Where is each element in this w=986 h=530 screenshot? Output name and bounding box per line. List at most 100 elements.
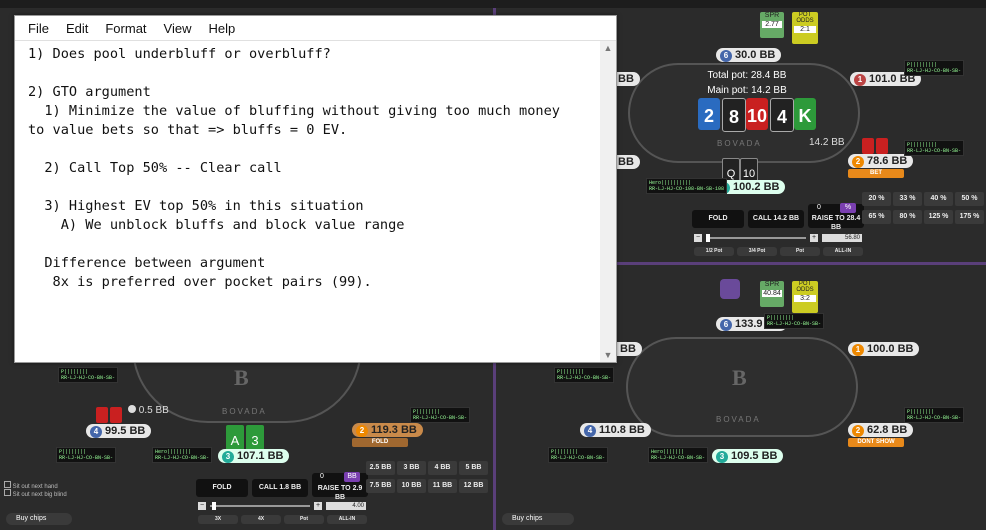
total-pot: Total pot: 28.4 BB [707,70,787,81]
bet-size-buttons: 20 % 33 % 40 % 50 % 65 % 80 % 125 % 175 % [862,192,986,226]
preset-button[interactable]: Pot [284,515,324,524]
preset-button[interactable]: Pot [780,247,820,256]
menu-file[interactable]: File [28,21,49,36]
text-line: 1) Does pool underbluff or overbluff? [28,46,331,62]
fold-button[interactable]: FOLD [196,479,248,497]
seat-stack: 100.2 BB [733,181,780,193]
preset-button[interactable]: ALL-IN [823,247,863,256]
seat-hero[interactable]: 3 109.5 BB [712,449,784,463]
brand-label: BOVADA [716,415,761,424]
slider-value-input[interactable]: 56.80 [822,234,862,242]
seat-right[interactable]: 1 100.0 BB [848,342,920,356]
hud-stats: P|||||||| RR-LJ-HJ-CO-BN-SB- [56,447,117,463]
menu-format[interactable]: Format [105,21,146,36]
pot-odds-label: POT ODDS [796,281,814,293]
bet-size-button[interactable]: 65 % [862,210,891,224]
bb-toggle[interactable]: BB [344,472,360,482]
menu-edit[interactable]: Edit [66,21,88,36]
bet-size-button[interactable]: 11 BB [428,479,457,493]
bet-size-button[interactable]: 10 BB [397,479,426,493]
villain-card-back [862,138,874,154]
call-button[interactable]: CALL 1.8 BB [252,479,308,497]
seat-left-lower[interactable]: BB [614,155,640,169]
buy-chips-button[interactable]: Buy chips [502,513,574,525]
seat-stack: 30.0 BB [735,49,776,61]
seat-left[interactable]: BB [614,72,640,86]
text-line: 1) Minimize the value of bluffing withou… [28,103,560,119]
opponent-card-back [110,407,122,423]
fold-button[interactable]: FOLD [692,210,744,228]
seat-stack: 100.0 BB [867,343,914,355]
slider-value-input[interactable]: 4.00 [326,502,366,510]
slider-handle[interactable] [706,234,710,242]
chip-icon [128,405,136,413]
sit-out-next-big-blind[interactable]: Sit out next big blind [4,489,67,498]
seat-top[interactable]: 6 30.0 BB [716,48,782,62]
buy-chips-button[interactable]: Buy chips [6,513,72,525]
bet-size-button[interactable]: 5 BB [459,461,488,475]
preset-button[interactable]: 3X [198,515,238,524]
seat-stack: 109.5 BB [731,450,778,462]
board-card: 2 [698,98,720,130]
board-card: 10 [746,98,768,130]
seat-stack: BB [620,343,636,355]
bet-slider[interactable]: − + 4.00 [198,502,368,512]
scroll-up-icon[interactable]: ▲ [600,41,616,55]
seat-stack: 119.3 BB [371,424,417,436]
seat-stack: BB [618,73,634,85]
opponent-card-back [96,407,108,423]
window-tabbar [0,0,986,8]
percent-toggle[interactable]: % [840,203,856,213]
buy-chips-label: Buy chips [512,515,543,522]
bet-size-button[interactable]: 12 BB [459,479,488,493]
bet-size-button[interactable]: 50 % [955,192,984,206]
hud-stats: P|||||||| RR-LJ-HJ-CO-BN-SB- [764,313,825,329]
bet-size-button[interactable]: 175 % [955,210,984,224]
call-button[interactable]: CALL 14.2 BB [748,210,804,228]
seat-left-lower[interactable]: 4 110.8 BB [580,423,651,437]
preset-buttons: 1/2 Pot 3/4 Pot Pot ALL-IN [694,247,864,257]
vertical-scrollbar[interactable]: ▲ ▼ [600,41,616,362]
text-line: 3) Highest EV top 50% in this situation [28,198,364,214]
board-card: 4 [770,98,794,132]
bet-size-button[interactable]: 4 BB [428,461,457,475]
seat-left[interactable]: 4 99.5 BB [86,424,152,438]
menu-help[interactable]: Help [208,21,235,36]
board-cards: 2 8 10 4 K [698,98,838,134]
hud-stats: P|||||||| RR-LJ-HJ-CO-BN-SB- [58,367,119,383]
text-line: to value bets so that => bluffs = 0 EV. [28,122,348,138]
scroll-down-icon[interactable]: ▼ [600,348,616,362]
text-editor[interactable]: 1) Does pool underbluff or overbluff? 2)… [15,41,599,362]
seat-villain[interactable]: 2 78.6 BB [848,154,914,168]
hud-stats: P||||||||| RR-LJ-HJ-CO-BN-SB- [904,60,965,76]
villain-action-badge: BET [848,169,904,178]
seat-hero[interactable]: 3 107.1 BB [218,449,290,463]
seat-villain[interactable]: 2 62.8 BB [848,423,914,437]
bet-size-button[interactable]: 33 % [893,192,922,206]
bet-size-button[interactable]: 7.5 BB [366,479,395,493]
bet-size-button[interactable]: 3 BB [397,461,426,475]
preset-button[interactable]: ALL-IN [327,515,367,524]
seat-stack: 110.8 BB [599,424,645,436]
bet-size-button[interactable]: 125 % [924,210,953,224]
preset-button[interactable]: 3/4 Pot [737,247,777,256]
spr-box: SPR 40.84 [760,281,784,307]
bet-size-button[interactable]: 80 % [893,210,922,224]
hud-stats: Hero|||||||| RR-LJ-HJ-CO-BN-SB- [152,447,213,463]
villain-action-badge: FOLD [352,438,408,447]
hero-card: 3 [246,425,264,451]
notepad-window: File Edit Format View Help 1) Does pool … [14,15,617,363]
preset-button[interactable]: 4X [241,515,281,524]
bet-size-button[interactable]: 2.5 BB [366,461,395,475]
menu-view[interactable]: View [164,21,192,36]
bet-amount: 0.5 BB [138,405,169,416]
slider-handle[interactable] [212,502,216,510]
bet-size-button[interactable]: 40 % [924,192,953,206]
bet-slider[interactable]: − + 56.80 [694,234,864,244]
seat-villain[interactable]: 2 119.3 BB [352,423,423,437]
seat-left[interactable]: BB [616,342,642,356]
preset-buttons: 3X 4X Pot ALL-IN [198,515,368,525]
preset-button[interactable]: 1/2 Pot [694,247,734,256]
text-line: Difference between argument [28,255,266,271]
bet-size-button[interactable]: 20 % [862,192,891,206]
